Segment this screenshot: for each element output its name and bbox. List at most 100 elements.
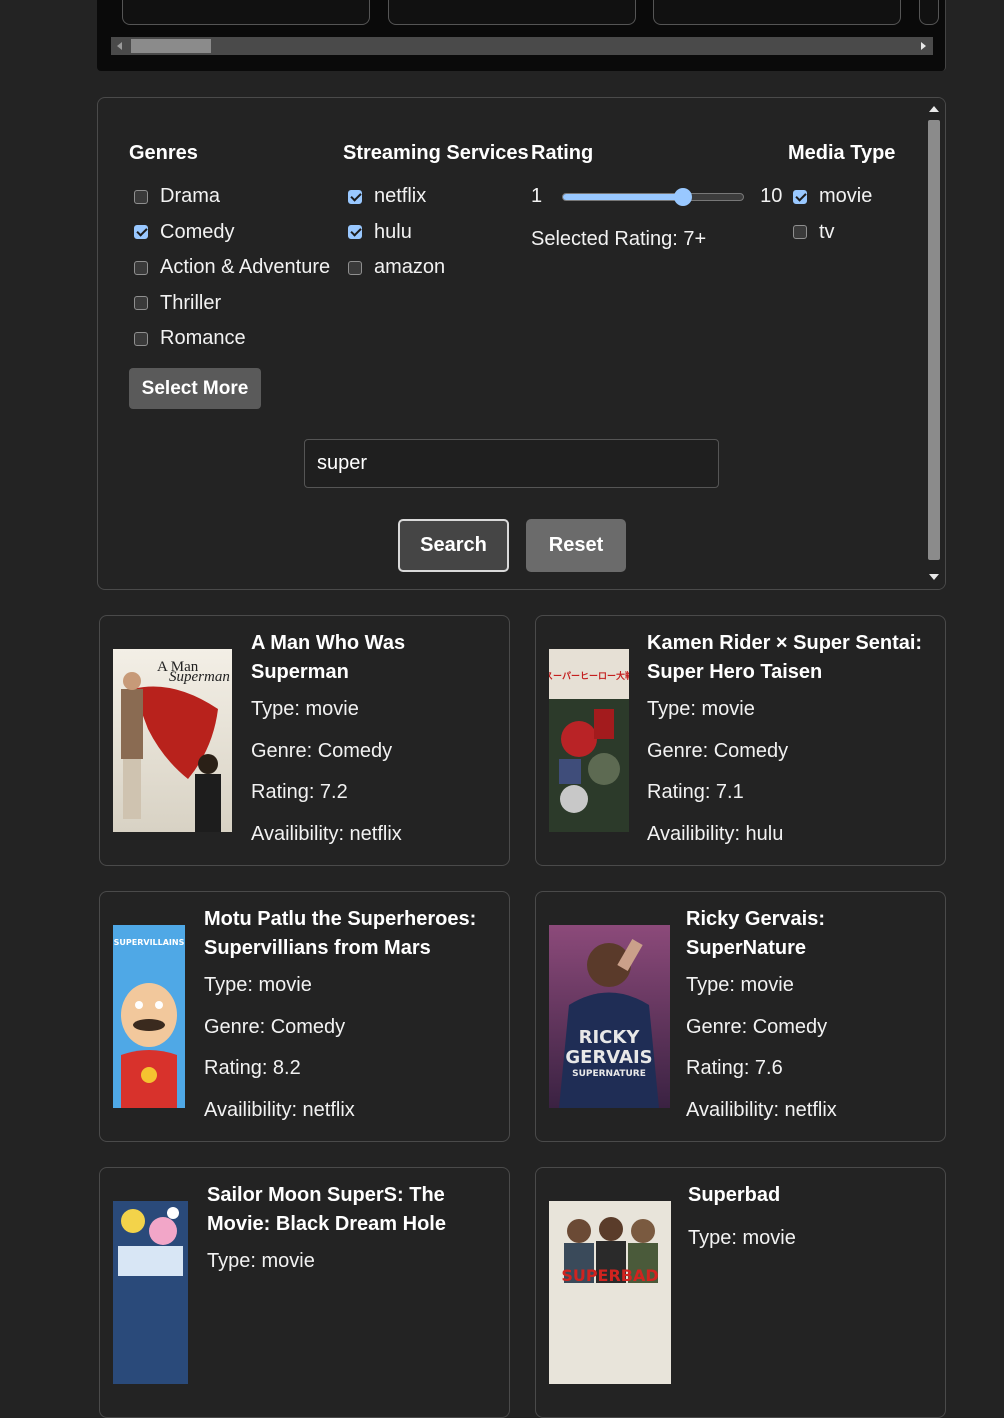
result-title[interactable]: Motu Patlu the Superheroes: Supervillian… (204, 905, 489, 963)
genre-checkbox[interactable] (134, 331, 148, 346)
result-card[interactable]: SUPERVILLAINS Motu Patlu the Superheroes… (99, 891, 510, 1142)
svg-text:RICKY: RICKY (579, 1027, 641, 1048)
genre-label: Comedy (160, 220, 235, 243)
result-type: Type: movie (251, 698, 359, 720)
poster-image: SUPERVILLAINS (113, 925, 185, 1108)
genre-label: Thriller (160, 291, 222, 314)
genre-option[interactable]: Romance (129, 321, 330, 357)
genres-column: Genres Drama Comedy Action & Adventure T… (129, 140, 330, 357)
result-card[interactable]: SUPERBAD Superbad Type: movie (535, 1167, 946, 1418)
result-type: Type: movie (647, 698, 755, 720)
carousel-card[interactable] (122, 0, 370, 25)
poster-image: A Man Superman (113, 649, 232, 832)
result-title[interactable]: Superbad (688, 1181, 908, 1210)
poster-image (113, 1201, 188, 1384)
carousel-card[interactable] (388, 0, 636, 25)
media-type-column: Media Type movie tv (788, 140, 895, 250)
result-rating: Rating: 7.1 (647, 781, 744, 803)
result-title[interactable]: Sailor Moon SuperS: The Movie: Black Dre… (207, 1181, 487, 1239)
selected-rating-text: Selected Rating: 7+ (531, 228, 707, 250)
scroll-up-icon[interactable] (929, 106, 939, 112)
scrollbar-thumb[interactable] (928, 120, 940, 560)
service-option[interactable]: netflix (343, 179, 529, 215)
media-type-label: movie (819, 185, 873, 208)
result-title[interactable]: Ricky Gervais: SuperNature (686, 905, 906, 963)
result-genre: Genre: Comedy (647, 739, 789, 762)
result-card[interactable]: A Man Superman A Man Who Was Superman Ty… (99, 615, 510, 866)
rating-heading: Rating (531, 142, 594, 164)
genre-label: Drama (160, 185, 221, 208)
result-genre: Genre: Comedy (251, 739, 393, 762)
genre-option[interactable]: Thriller (129, 286, 330, 322)
result-genre: Genre: Comedy (204, 1015, 346, 1038)
result-rating: Rating: 7.2 (251, 781, 348, 803)
svg-text:スーパーヒーロー大戦: スーパーヒーロー大戦 (549, 670, 629, 682)
genre-option[interactable]: Drama (129, 179, 330, 215)
media-type-label: tv (819, 220, 835, 243)
services-column: Streaming Services netflix hulu amazon (343, 140, 529, 286)
genre-checkbox[interactable] (134, 189, 148, 204)
search-input[interactable] (304, 439, 719, 488)
result-rating: Rating: 7.6 (686, 1057, 783, 1079)
service-option[interactable]: amazon (343, 250, 529, 286)
rating-slider-handle[interactable] (674, 187, 693, 206)
media-type-heading: Media Type (788, 142, 896, 164)
svg-text:SUPERBAD: SUPERBAD (561, 1266, 658, 1285)
media-type-option[interactable]: tv (788, 215, 895, 251)
genre-checkbox[interactable] (134, 225, 148, 240)
scrollbar-thumb[interactable] (131, 39, 211, 53)
rating-slider-fill (563, 193, 684, 200)
genre-option[interactable]: Action & Adventure (129, 250, 330, 286)
genre-checkbox[interactable] (134, 260, 148, 275)
genre-checkbox[interactable] (134, 296, 148, 311)
reset-button[interactable]: Reset (526, 519, 626, 572)
result-card[interactable]: Sailor Moon SuperS: The Movie: Black Dre… (99, 1167, 510, 1418)
media-type-checkbox[interactable] (793, 225, 807, 240)
svg-text:GERVAIS: GERVAIS (565, 1047, 652, 1068)
poster-image: SUPERBAD (549, 1201, 671, 1384)
result-availability: Availibility: netflix (204, 1098, 355, 1121)
result-type: Type: movie (686, 974, 794, 996)
vertical-scrollbar[interactable] (923, 98, 945, 589)
result-title[interactable]: A Man Who Was Superman (251, 629, 451, 687)
result-type: Type: movie (688, 1227, 796, 1249)
result-info: Sailor Moon SuperS: The Movie: Black Dre… (207, 1181, 487, 1283)
rating-max-label: 10 (760, 185, 783, 207)
result-availability: Availibility: netflix (686, 1098, 837, 1121)
service-label: hulu (374, 220, 412, 243)
result-card[interactable]: RICKY GERVAIS SUPERNATURE Ricky Gervais:… (535, 891, 946, 1142)
genre-label: Romance (160, 327, 246, 350)
result-type: Type: movie (204, 974, 312, 996)
search-button[interactable]: Search (398, 519, 509, 572)
media-type-checkbox[interactable] (793, 189, 807, 204)
result-title[interactable]: Kamen Rider × Super Sentai: Super Hero T… (647, 629, 932, 687)
result-type: Type: movie (207, 1250, 315, 1272)
genre-option[interactable]: Comedy (129, 215, 330, 251)
service-label: amazon (374, 256, 446, 279)
scroll-down-icon[interactable] (929, 574, 939, 580)
carousel-card[interactable] (919, 0, 939, 25)
media-type-option[interactable]: movie (788, 179, 895, 215)
carousel-card[interactable] (653, 0, 901, 25)
result-availability: Availibility: hulu (647, 822, 784, 845)
result-rating: Rating: 8.2 (204, 1057, 301, 1079)
result-info: Ricky Gervais: SuperNature Type: movie G… (686, 905, 906, 1131)
service-option[interactable]: hulu (343, 215, 529, 251)
result-info: Motu Patlu the Superheroes: Supervillian… (204, 905, 489, 1131)
service-checkbox[interactable] (348, 260, 362, 275)
result-genre: Genre: Comedy (686, 1015, 828, 1038)
select-more-button[interactable]: Select More (129, 368, 261, 409)
services-heading: Streaming Services (343, 142, 529, 164)
service-checkbox[interactable] (348, 189, 362, 204)
horizontal-scrollbar[interactable] (111, 37, 933, 55)
scroll-left-icon[interactable] (117, 42, 122, 50)
scroll-right-icon[interactable] (921, 42, 926, 50)
svg-text:Superman: Superman (169, 669, 230, 685)
service-checkbox[interactable] (348, 225, 362, 240)
poster-image: RICKY GERVAIS SUPERNATURE (549, 925, 670, 1108)
genres-heading: Genres (129, 142, 198, 164)
svg-text:SUPERVILLAINS: SUPERVILLAINS (114, 938, 185, 947)
result-card[interactable]: スーパーヒーロー大戦 Kamen Rider × Super Sentai: S… (535, 615, 946, 866)
filter-panel: Genres Drama Comedy Action & Adventure T… (97, 97, 946, 590)
rating-slider[interactable] (562, 187, 745, 206)
